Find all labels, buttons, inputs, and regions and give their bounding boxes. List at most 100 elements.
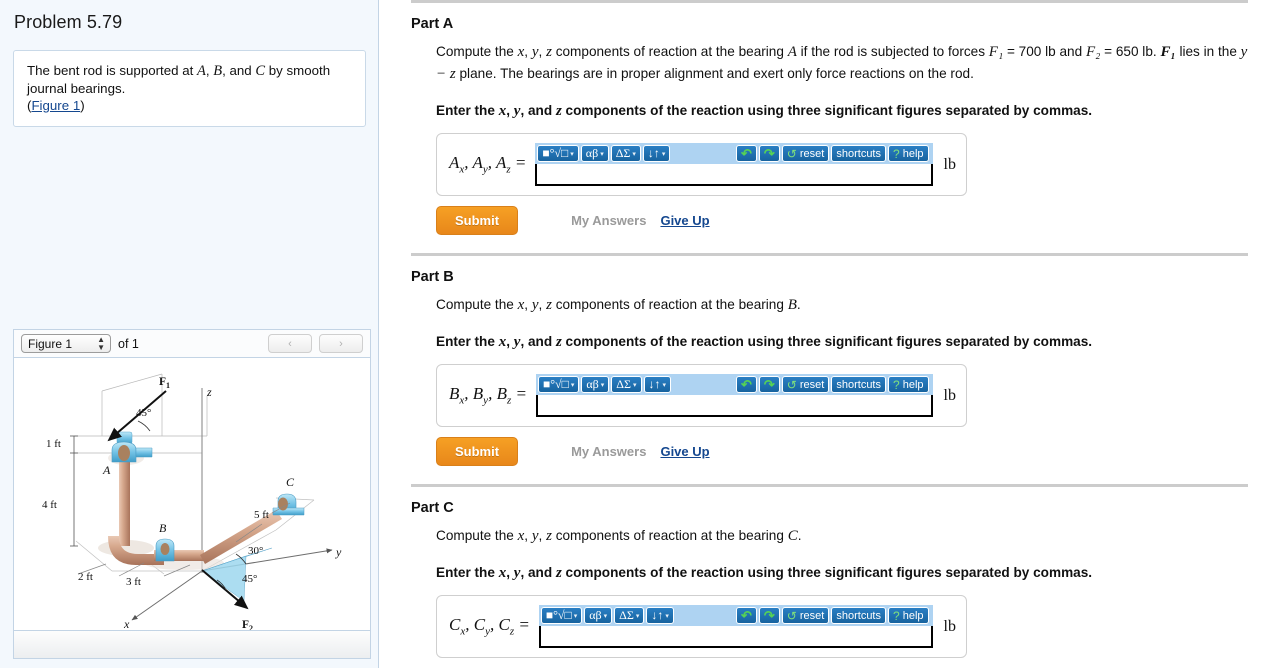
figure-bearing-a [111, 441, 153, 463]
figure-count-label: of 1 [118, 336, 139, 351]
greek-letters-menu[interactable]: αβ ▾ [580, 145, 609, 162]
figure-dim-3ft: 3 ft [126, 576, 141, 588]
chevron-updown-icon: ▲ ▼ [97, 334, 105, 352]
part-b-title: Part B [411, 269, 454, 285]
part-c-answer-box: Cx, Cy, Cz = ■°√□ ▾ αβ ▾ ΔΣ ▾ ↓↑ ▾ ↶ ↷ ↺… [436, 595, 967, 658]
divider-part-b [379, 235, 1280, 256]
part-a-answer-label: Ax, Ay, Az = [449, 153, 527, 176]
redo-button[interactable]: ↷ [758, 607, 780, 624]
part-a-instruction: Enter the x, y, and z components of the … [436, 103, 1093, 119]
part-b-submit-button[interactable]: Submit [436, 437, 519, 466]
page-title: Problem 5.79 [14, 12, 123, 32]
redo-icon: ↷ [763, 145, 775, 161]
math-template-menu[interactable]: ■°√□ ▾ [537, 145, 579, 162]
part-a-submit-button[interactable]: Submit [436, 206, 519, 235]
figure-viewer-footer [14, 630, 370, 658]
operators-menu[interactable]: ΔΣ ▾ [610, 145, 641, 162]
part-c-toolbar: ■°√□ ▾ αβ ▾ ΔΣ ▾ ↓↑ ▾ ↶ ↷ ↺ reset shortcuts … [538, 605, 933, 626]
figure-axis-z-label: z [206, 385, 212, 399]
part-c-answer-area: Cx, Cy, Cz = ■°√□ ▾ αβ ▾ ΔΣ ▾ ↓↑ ▾ ↶ ↷ ↺… [436, 595, 1280, 668]
redo-button[interactable]: ↷ [758, 145, 780, 162]
undo-icon: ↶ [740, 376, 752, 392]
part-b-my-answers-link[interactable]: My Answers [571, 444, 646, 459]
operators-menu[interactable]: ΔΣ ▾ [611, 376, 642, 393]
undo-icon: ↶ [740, 607, 752, 623]
part-a-give-up-link[interactable]: Give Up [660, 213, 709, 228]
figure-select[interactable]: Figure 1 ▲ ▼ [21, 334, 111, 353]
chevron-left-icon: ‹ [288, 337, 292, 350]
part-b: Part B Compute the x, y, z components of… [379, 256, 1280, 466]
reset-button[interactable]: ↺ reset [781, 607, 830, 624]
part-b-toolbar: ■°√□ ▾ αβ ▾ ΔΣ ▾ ↓↑ ▾ ↶ ↷ ↺ reset shortcuts … [535, 374, 933, 395]
arrows-menu[interactable]: ↓↑ ▾ [643, 376, 672, 393]
figure-axis-y-label: y [335, 545, 342, 559]
part-b-answer-input[interactable] [535, 395, 933, 417]
figure-dim-1ft: 1 ft [46, 438, 61, 450]
help-button[interactable]: ? help [888, 376, 929, 393]
page-root: Problem 5.79 The bent rod is supported a… [0, 0, 1280, 668]
question-mark-icon: ? [893, 377, 900, 392]
part-a-unit: lb [943, 155, 956, 173]
part-c-unit: lb [943, 617, 956, 635]
part-a: Part A Compute the x, y, z components of… [379, 3, 1280, 235]
part-a-answer-box: Ax, Ay, Az = ■°√□ ▾ αβ ▾ ΔΣ ▾ ↓↑ ▾ ↶ ↷ ↺… [436, 133, 967, 196]
figure-axis-x-label: x [123, 617, 130, 630]
part-a-actions: Submit My Answers Give Up [436, 206, 1280, 235]
part-a-answer-input[interactable] [535, 164, 933, 186]
figure-select-value: Figure 1 [28, 336, 73, 351]
statement-text-pre: The bent rod is supported at [27, 63, 198, 78]
part-c-math-editor[interactable]: ■°√□ ▾ αβ ▾ ΔΣ ▾ ↓↑ ▾ ↶ ↷ ↺ reset shortcuts … [538, 605, 933, 648]
figure-angle-45-bottom: 45° [242, 573, 257, 585]
arrows-menu[interactable]: ↓↑ ▾ [646, 607, 674, 624]
part-b-prompt: Compute the x, y, z components of reacti… [436, 297, 801, 313]
part-a-my-answers-link[interactable]: My Answers [571, 213, 646, 228]
greek-letters-menu[interactable]: αβ ▾ [584, 607, 613, 624]
reset-button[interactable]: ↺ reset [781, 145, 830, 162]
part-b-give-up-link[interactable]: Give Up [660, 444, 709, 459]
part-a-math-editor[interactable]: ■°√□ ▾ αβ ▾ ΔΣ ▾ ↓↑ ▾ ↶ ↷ ↺ reset shortcuts … [535, 143, 933, 186]
part-b-instruction: Enter the x, y, and z components of the … [436, 334, 1093, 350]
figure-label-a: A [102, 463, 111, 477]
problem-sidebar: Problem 5.79 The bent rod is supported a… [0, 0, 379, 668]
problem-statement: The bent rod is supported at A, B, and C… [13, 50, 366, 127]
figure-angle-30: 30° [248, 545, 263, 557]
redo-button[interactable]: ↷ [758, 376, 780, 393]
figure-viewer: Figure 1 ▲ ▼ of 1 ‹ › z y x A B C F1 45°… [13, 329, 371, 659]
math-template-menu[interactable]: ■°√□ ▾ [540, 607, 583, 624]
figure-label-F2: F2 [242, 619, 253, 630]
instruction-pre: Enter the [436, 103, 499, 118]
shortcuts-button[interactable]: shortcuts [831, 145, 886, 162]
figure-image[interactable]: z y x A B C F1 45° F2 30° 45° 1 ft 4 ft … [14, 358, 370, 630]
figure-link[interactable]: Figure 1 [31, 98, 80, 113]
shortcuts-button[interactable]: shortcuts [831, 376, 886, 393]
arrows-menu[interactable]: ↓↑ ▾ [642, 145, 671, 162]
figure-dim-2ft: 2 ft [78, 571, 93, 583]
undo-button[interactable]: ↶ [735, 376, 757, 393]
help-button[interactable]: ? help [888, 607, 929, 624]
part-a-title: Part A [411, 16, 454, 32]
question-mark-icon: ? [893, 146, 900, 161]
part-c-prompt: Compute the x, y, z components of reacti… [436, 528, 802, 544]
figure-bearing-c [272, 493, 305, 516]
statement-point-c: C [255, 63, 266, 79]
part-b-answer-area: Bx, By, Bz = ■°√□ ▾ αβ ▾ ΔΣ ▾ ↓↑ ▾ ↶ ↷ ↺… [436, 364, 1280, 466]
operators-menu[interactable]: ΔΣ ▾ [614, 607, 645, 624]
reset-icon: ↺ [786, 608, 797, 623]
part-c-answer-input[interactable] [538, 626, 933, 648]
figure-viewer-header: Figure 1 ▲ ▼ of 1 ‹ › [14, 330, 370, 358]
shortcuts-button[interactable]: shortcuts [831, 607, 886, 624]
help-button[interactable]: ? help [888, 145, 929, 162]
reset-button[interactable]: ↺ reset [781, 376, 830, 393]
part-b-math-editor[interactable]: ■°√□ ▾ αβ ▾ ΔΣ ▾ ↓↑ ▾ ↶ ↷ ↺ reset shortcuts … [535, 374, 933, 417]
part-b-answer-label: Bx, By, Bz = [449, 384, 527, 407]
undo-button[interactable]: ↶ [735, 145, 757, 162]
math-template-menu[interactable]: ■°√□ ▾ [537, 376, 580, 393]
divider-part-c [379, 466, 1280, 487]
greek-letters-menu[interactable]: αβ ▾ [581, 376, 610, 393]
undo-button[interactable]: ↶ [735, 607, 757, 624]
figure-nav: ‹ › [268, 334, 363, 353]
figure-prev-button[interactable]: ‹ [268, 334, 312, 353]
instruction-post: components of the reaction using three s… [561, 103, 1093, 118]
reset-icon: ↺ [786, 146, 797, 161]
figure-next-button[interactable]: › [319, 334, 363, 353]
